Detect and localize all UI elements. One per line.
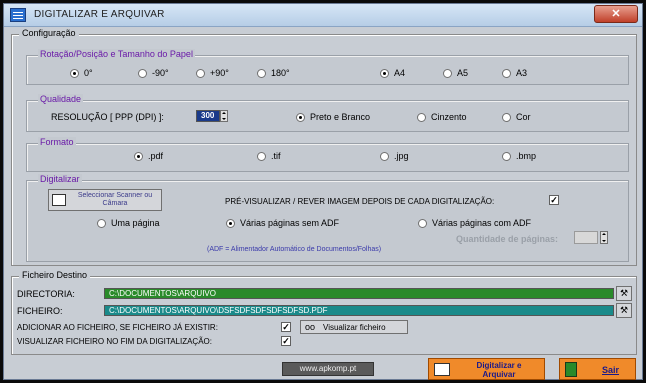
resolution-input[interactable]: 300 (196, 110, 220, 122)
config-legend: Configuração (19, 28, 79, 38)
pages-noadf-radio[interactable] (226, 219, 235, 228)
color-color-radio[interactable] (502, 113, 511, 122)
format-bmp-label: .bmp (516, 151, 537, 161)
page-qty-spinner[interactable] (600, 231, 608, 244)
directory-field[interactable]: C:\DOCUMENTOS\ARQUIVO (104, 288, 614, 299)
format-group-label: Formato (38, 137, 76, 147)
close-button[interactable]: ✕ (594, 5, 638, 23)
rotation-minus90-radio[interactable] (138, 69, 147, 78)
exit-label: Sair (602, 365, 620, 375)
wrench-icon: ⚒ (619, 288, 629, 298)
rotation-group-label: Rotação/Posição e Tamanho do Papel (38, 49, 195, 59)
app-icon (10, 8, 26, 22)
format-jpg-label: .jpg (394, 151, 409, 161)
append-checkbox[interactable]: ✓ (281, 322, 291, 332)
color-bw-label: Preto e Branco (310, 112, 371, 122)
format-tif-radio[interactable] (257, 152, 266, 161)
rotation-group (26, 55, 629, 85)
select-scanner-button[interactable]: Seleccionar Scanner ou Câmara (48, 189, 162, 211)
format-jpg-radio[interactable] (380, 152, 389, 161)
scanner-icon (52, 194, 66, 206)
preview-checkbox[interactable]: ✓ (549, 195, 559, 205)
page-qty-label: Quantidade de páginas: (456, 234, 559, 244)
main-window: DIGITALIZAR E ARQUIVAR ✕ Configuração Ro… (3, 3, 643, 380)
resolution-label: RESOLUÇÃO [ PPP (DPI) ]: (51, 112, 164, 122)
paper-a3-radio[interactable] (502, 69, 511, 78)
rotation-plus90-radio[interactable] (196, 69, 205, 78)
rotation-plus90-label: +90° (210, 68, 229, 78)
color-grey-label: Cinzento (431, 112, 467, 122)
file-label: FICHEIRO: (17, 306, 63, 316)
color-color-label: Cor (516, 112, 531, 122)
view-end-label: VISUALIZAR FICHEIRO NO FIM DA DIGITALIZA… (17, 337, 212, 346)
window-title: DIGITALIZAR E ARQUIVAR (34, 9, 165, 20)
title-bar: DIGITALIZAR E ARQUIVAR ✕ (4, 4, 642, 27)
scan-and-archive-label: Digitalizar e Arquivar (476, 361, 522, 379)
page-qty-input[interactable] (574, 231, 598, 244)
color-grey-radio[interactable] (417, 113, 426, 122)
format-pdf-label: .pdf (148, 151, 164, 161)
paper-a4-radio[interactable] (380, 69, 389, 78)
pages-adf-label: Várias páginas com ADF (432, 218, 532, 228)
format-pdf-radio[interactable] (134, 152, 143, 161)
rotation-minus90-label: -90° (152, 68, 169, 78)
directory-browse-button[interactable]: ⚒ (616, 286, 632, 301)
rotation-0-radio[interactable] (70, 69, 79, 78)
scan-icon (434, 363, 450, 376)
view-end-checkbox[interactable]: ✓ (281, 336, 291, 346)
format-tif-label: .tif (271, 151, 281, 161)
scan-group-label: Digitalizar (38, 174, 82, 184)
color-bw-radio[interactable] (296, 113, 305, 122)
file-field[interactable]: C:\DOCUMENTOS\ARQUIVO\DSFSDFSDFSDFSDFSD.… (104, 305, 614, 316)
glasses-icon: oo (305, 322, 316, 332)
paper-a5-radio[interactable] (443, 69, 452, 78)
rotation-0-label: 0° (84, 68, 93, 78)
destination-legend: Ficheiro Destino (19, 270, 91, 280)
pages-one-radio[interactable] (97, 219, 106, 228)
view-file-button[interactable]: oo Visualizar ficheiro (300, 320, 408, 334)
resolution-spinner[interactable] (220, 110, 228, 122)
preview-label: PRÉ-VISUALIZAR / REVER IMAGEM DEPOIS DE … (225, 197, 495, 206)
view-file-label: Visualizar ficheiro (323, 323, 386, 332)
format-bmp-radio[interactable] (502, 152, 511, 161)
paper-a4-label: A4 (394, 68, 406, 78)
format-group (26, 143, 629, 172)
pages-noadf-label: Várias páginas sem ADF (240, 218, 340, 228)
file-browse-button[interactable]: ⚒ (616, 303, 632, 318)
website-link[interactable]: www.apkomp.pt (282, 362, 374, 376)
pages-adf-radio[interactable] (418, 219, 427, 228)
exit-door-icon (565, 362, 577, 377)
pages-one-label: Uma página (111, 218, 160, 228)
adf-note: (ADF = Alimentador Automático de Documen… (207, 246, 382, 253)
scan-and-archive-button[interactable]: Digitalizar e Arquivar (428, 358, 545, 380)
rotation-180-radio[interactable] (257, 69, 266, 78)
quality-group-label: Qualidade (38, 94, 84, 104)
paper-a5-label: A5 (457, 68, 469, 78)
wrench-icon: ⚒ (619, 305, 629, 315)
rotation-180-label: 180° (271, 68, 290, 78)
paper-a3-label: A3 (516, 68, 528, 78)
select-scanner-label: Seleccionar Scanner ou Câmara (77, 192, 153, 207)
directory-label: DIRECTORIA: (17, 289, 75, 299)
append-label: ADICIONAR AO FICHEIRO, SE FICHEIRO JÁ EX… (17, 323, 218, 332)
exit-button[interactable]: Sair (559, 358, 636, 380)
